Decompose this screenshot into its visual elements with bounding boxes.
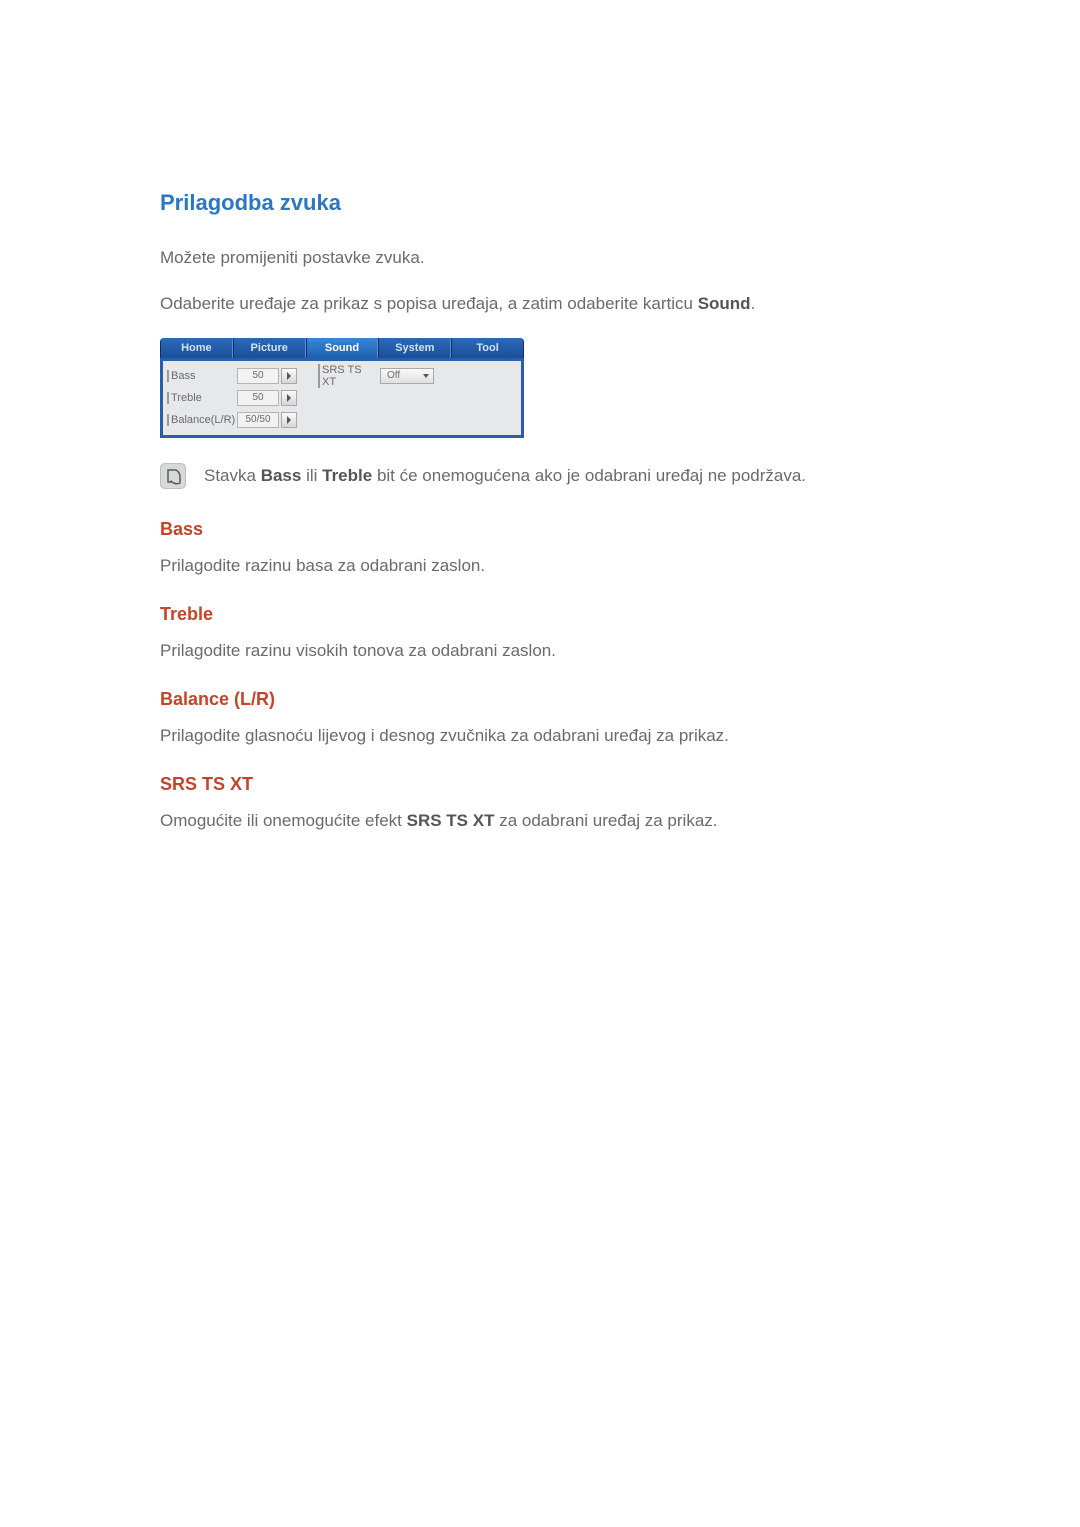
srs-text-bold: SRS TS XT [407,811,495,830]
note-b1: Bass [261,466,302,485]
section-bass: Bass Prilagodite razinu basa za odabrani… [160,519,920,576]
row-treble: Treble 50 [167,387,312,409]
value-bass[interactable]: 50 [237,368,279,384]
section-srs: SRS TS XT Omogućite ili onemogućite efek… [160,774,920,831]
srs-text-pre: Omogućite ili onemogućite efekt [160,811,407,830]
tab-bar: Home Picture Sound System Tool [160,338,524,358]
tab-home[interactable]: Home [160,338,233,358]
tab-system[interactable]: System [378,338,451,358]
intro2-post: . [751,294,756,313]
heading-srs: SRS TS XT [160,774,920,795]
intro2-pre: Odaberite uređaje za prikaz s popisa ure… [160,294,698,313]
srs-text-post: za odabrani uređaj za prikaz. [494,811,717,830]
text-treble: Prilagodite razinu visokih tonova za oda… [160,641,920,661]
dropdown-srs[interactable]: Off [380,368,434,384]
row-balance: Balance(L/R) 50/50 [167,409,312,431]
heading-treble: Treble [160,604,920,625]
tab-picture[interactable]: Picture [233,338,306,358]
tab-sound[interactable]: Sound [306,338,379,358]
note-text: Stavka Bass ili Treble bit će onemogućen… [204,466,806,486]
tab-tool[interactable]: Tool [451,338,524,358]
note-row: Stavka Bass ili Treble bit će onemogućen… [160,463,920,489]
note-pre: Stavka [204,466,261,485]
text-balance: Prilagodite glasnoću lijevog i desnog zv… [160,726,920,746]
panel-left-column: Bass 50 Treble 50 Balance(L/R) 50/50 [167,365,312,431]
stepper-treble[interactable] [281,390,297,406]
intro2-bold: Sound [698,294,751,313]
note-icon [160,463,186,489]
label-treble: Treble [167,392,237,404]
label-bass: Bass [167,370,237,382]
heading-balance: Balance (L/R) [160,689,920,710]
panel-right-column: SRS TS XT Off [318,365,463,431]
row-srs: SRS TS XT Off [318,365,463,387]
value-balance[interactable]: 50/50 [237,412,279,428]
row-bass: Bass 50 [167,365,312,387]
panel-body: Bass 50 Treble 50 Balance(L/R) 50/50 SR [160,358,524,438]
note-mid: ili [301,466,322,485]
note-b2: Treble [322,466,372,485]
section-balance: Balance (L/R) Prilagodite glasnoću lijev… [160,689,920,746]
section-treble: Treble Prilagodite razinu visokih tonova… [160,604,920,661]
intro-text-2: Odaberite uređaje za prikaz s popisa ure… [160,292,920,316]
text-bass: Prilagodite razinu basa za odabrani zasl… [160,556,920,576]
heading-bass: Bass [160,519,920,540]
sound-panel: Home Picture Sound System Tool Bass 50 T… [160,338,920,438]
intro-text-1: Možete promijeniti postavke zvuka. [160,246,920,270]
label-srs: SRS TS XT [318,364,378,388]
text-srs: Omogućite ili onemogućite efekt SRS TS X… [160,811,920,831]
note-post: bit će onemogućena ako je odabrani uređa… [372,466,806,485]
label-balance: Balance(L/R) [167,414,237,426]
section-title: Prilagodba zvuka [160,190,920,216]
value-treble[interactable]: 50 [237,390,279,406]
stepper-bass[interactable] [281,368,297,384]
stepper-balance[interactable] [281,412,297,428]
